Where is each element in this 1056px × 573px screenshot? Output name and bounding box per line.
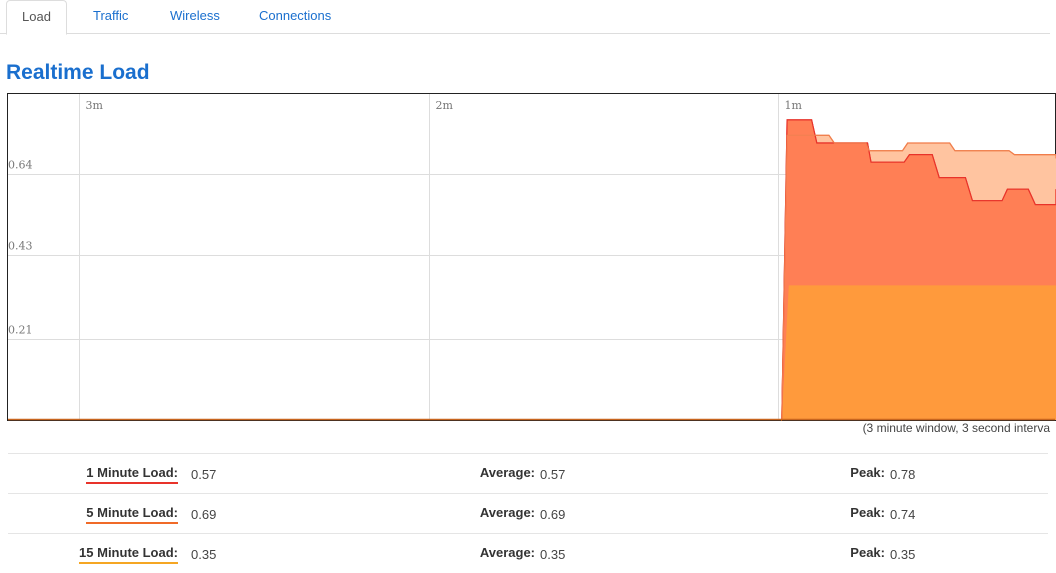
tab-traffic[interactable]: Traffic: [78, 0, 143, 34]
stat-label-1min: 1 Minute Load:: [86, 465, 178, 484]
load-chart: 3m 2m 1m 0.64 0.43 0.21: [7, 93, 1056, 423]
stat-average-1min: 0.57: [540, 467, 566, 482]
series-area-15min-front: [781, 285, 1056, 420]
stat-average-15min: 0.35: [540, 547, 566, 562]
stat-peak-label: Peak:: [850, 545, 885, 560]
tab-connections[interactable]: Connections: [244, 0, 346, 34]
stat-label-5min: 5 Minute Load:: [86, 505, 178, 524]
stat-label-15min: 15 Minute Load:: [79, 545, 178, 564]
x-tick-label: 3m: [86, 99, 104, 112]
stat-peak-label: Peak:: [850, 465, 885, 480]
stat-average-5min: 0.69: [540, 507, 566, 522]
stats-row-5min: 5 Minute Load: 0.69 Average: 0.69 Peak: …: [8, 493, 1048, 533]
stat-peak-15min: 0.35: [890, 547, 916, 562]
x-tick-label: 1m: [785, 99, 803, 112]
tab-bar: Load Traffic Wireless Connections: [0, 0, 1050, 35]
stats-row-1min: 1 Minute Load: 0.57 Average: 0.57 Peak: …: [8, 453, 1048, 493]
load-stats-table: 1 Minute Load: 0.57 Average: 0.57 Peak: …: [8, 453, 1048, 573]
load-chart-svg: 3m 2m 1m 0.64 0.43 0.21: [7, 93, 1056, 421]
stat-peak-5min: 0.74: [890, 507, 916, 522]
stat-average-label: Average:: [479, 505, 535, 520]
y-tick-label: 0.43: [8, 240, 33, 253]
x-tick-label: 2m: [436, 99, 454, 112]
tab-load[interactable]: Load: [6, 0, 67, 35]
stats-row-15min: 15 Minute Load: 0.35 Average: 0.35 Peak:…: [8, 533, 1048, 573]
stat-average-label: Average:: [479, 545, 535, 560]
y-tick-label: 0.21: [8, 324, 33, 337]
y-tick-label: 0.64: [8, 159, 33, 172]
tab-wireless[interactable]: Wireless: [155, 0, 235, 34]
stat-value-1min: 0.57: [191, 467, 217, 482]
stat-average-label: Average:: [479, 465, 535, 480]
page-title: Realtime Load: [6, 61, 150, 84]
stat-peak-label: Peak:: [850, 505, 885, 520]
stat-value-15min: 0.35: [191, 547, 217, 562]
stat-peak-1min: 0.78: [890, 467, 916, 482]
chart-window-note: (3 minute window, 3 second interva: [862, 421, 1050, 435]
stat-value-5min: 0.69: [191, 507, 217, 522]
